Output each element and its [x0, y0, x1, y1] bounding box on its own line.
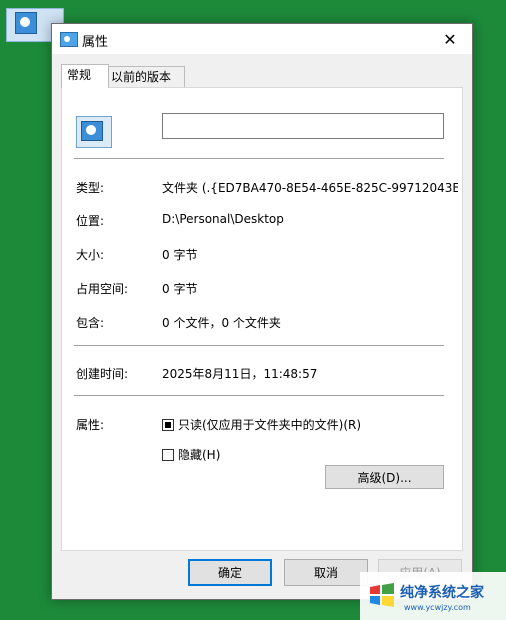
advanced-button[interactable]: 高级(D)...: [325, 465, 444, 489]
hidden-checkbox[interactable]: [162, 449, 174, 461]
contains-value: 0 个文件，0 个文件夹: [162, 316, 281, 330]
type-label: 类型:: [76, 181, 105, 195]
ok-button[interactable]: 确定: [188, 559, 272, 586]
contains-label: 包含:: [76, 316, 105, 330]
properties-dialog: 属性 ✕ 常规 以前的版本 类型: 文件夹 (.{ED7BA470-8E54-4…: [51, 23, 473, 600]
watermark-url: www.ycwjzy.com: [404, 603, 471, 612]
folder-large-icon: [76, 116, 112, 148]
attributes-label: 属性:: [76, 418, 105, 432]
close-button[interactable]: ✕: [428, 24, 472, 54]
readonly-checkbox[interactable]: [162, 419, 174, 431]
tab-previous-versions[interactable]: 以前的版本: [105, 66, 185, 87]
size-on-disk-label: 占用空间:: [76, 282, 129, 296]
watermark: 纯净系统之家 www.ycwjzy.com: [360, 572, 506, 620]
name-input[interactable]: [162, 113, 444, 139]
cancel-button[interactable]: 取消: [284, 559, 368, 586]
folder-properties-icon: [60, 32, 78, 47]
title-bar[interactable]: 属性 ✕: [52, 24, 472, 54]
type-value: 文件夹 (.{ED7BA470-8E54-465E-825C-99712043E…: [162, 181, 458, 195]
size-value: 0 字节: [162, 248, 198, 262]
tab-general[interactable]: 常规: [61, 64, 109, 88]
watermark-title: 纯净系统之家: [400, 585, 484, 601]
control-panel-icon: [15, 12, 37, 34]
size-label: 大小:: [76, 248, 105, 262]
created-value: 2025年8月11日，11:48:57: [162, 367, 318, 381]
divider: [74, 395, 444, 396]
size-on-disk-value: 0 字节: [162, 282, 198, 296]
close-icon: ✕: [443, 29, 457, 49]
general-panel: 类型: 文件夹 (.{ED7BA470-8E54-465E-825C-99712…: [61, 87, 463, 551]
divider: [74, 345, 444, 346]
location-value: D:\Personal\Desktop: [162, 212, 284, 226]
readonly-label[interactable]: 只读(仅应用于文件夹中的文件)(R): [178, 416, 361, 433]
created-label: 创建时间:: [76, 367, 129, 381]
window-title: 属性: [82, 35, 109, 50]
location-label: 位置:: [76, 214, 105, 228]
windows-logo-icon: [370, 583, 394, 607]
divider: [74, 158, 444, 159]
hidden-label[interactable]: 隐藏(H): [178, 446, 220, 463]
